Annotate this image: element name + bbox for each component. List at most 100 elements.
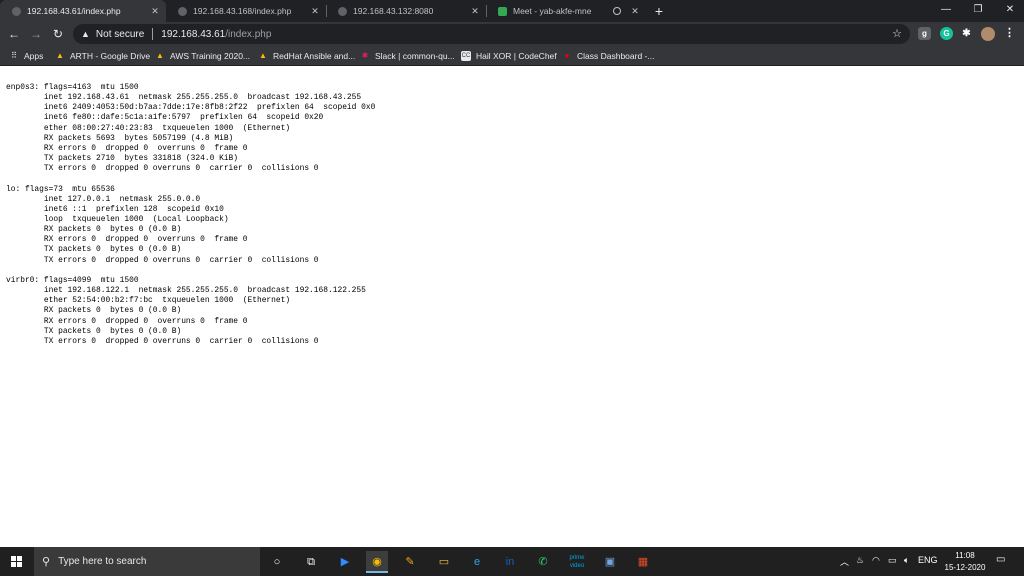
redhat-icon: ● [564, 50, 570, 60]
system-clock[interactable]: 11:08 15-12-2020 [940, 550, 990, 574]
back-button[interactable]: ← [5, 25, 23, 43]
url-path[interactable]: /index.php [225, 29, 271, 40]
wifi-icon[interactable]: ◠ [872, 555, 880, 566]
close-tab-icon[interactable]: ✕ [309, 6, 321, 17]
volume-icon[interactable]: 🔈︎ [904, 555, 909, 566]
interface-detail-line: RX errors 0 dropped 0 overruns 0 frame 0 [6, 143, 248, 153]
extension-g-icon[interactable]: g [918, 27, 931, 40]
virtualbox-icon[interactable]: ▣ [599, 551, 621, 573]
cortana-icon[interactable]: ○ [266, 551, 288, 573]
bookmark-aws-training[interactable]: ▲ AWS Training 2020... [155, 46, 250, 65]
interface-detail-line: RX packets 0 bytes 0 (0.0 B) [6, 225, 182, 235]
paint-icon[interactable]: ✎ [399, 551, 421, 573]
interface-detail-line: ether 52:54:00:b2:f7:bc txqueuelen 1000 … [6, 296, 291, 306]
close-tab-icon[interactable]: ✕ [149, 6, 161, 17]
bookmark-label: Class Dashboard -... [577, 50, 655, 61]
globe-icon [12, 6, 21, 16]
interface-detail-line: TX packets 0 bytes 0 (0.0 B) [6, 326, 182, 336]
bookmark-label: RedHat Ansible and... [273, 50, 356, 61]
tab-192-168-43-132[interactable]: 192.168.43.132:8080 ✕ [326, 0, 486, 22]
search-icon: ⚲ [42, 556, 51, 568]
tray-chevron-up-icon[interactable]: ︿ [840, 555, 849, 568]
notifications-icon[interactable]: ▭ [996, 554, 1005, 565]
bookmark-codechef[interactable]: CC Hail XOR | CodeChef [461, 46, 557, 65]
omnibox-divider [152, 28, 154, 40]
clock-time: 11:08 [955, 551, 975, 560]
interface-detail-line: TX packets 2710 bytes 331818 (324.0 KiB) [6, 154, 239, 164]
url-host[interactable]: 192.168.43.61 [161, 29, 225, 40]
new-tab-button[interactable]: + [651, 2, 667, 20]
taskbar-search[interactable]: ⚲ Type here to search [34, 547, 260, 576]
interface-detail-line: inet6 fe80::dafe:5c1a:a1fe:5797 prefixle… [6, 113, 324, 123]
interface-detail-line: RX errors 0 dropped 0 overruns 0 frame 0 [6, 316, 248, 326]
interface-detail-line: loop txqueuelen 1000 (Local Loopback) [6, 215, 229, 225]
interface-header-line: enp0s3: flags=4163 mtu 1500 [6, 83, 139, 92]
interface-detail-line: inet 127.0.0.1 netmask 255.0.0.0 [6, 194, 201, 204]
task-view-icon[interactable]: ⧉ [300, 551, 322, 573]
bookmark-apps[interactable]: ⠿ Apps [9, 46, 43, 65]
interface-detail-line: TX errors 0 dropped 0 overruns 0 carrier… [6, 255, 319, 265]
tray-app-icon[interactable]: ♨ [856, 555, 864, 566]
search-placeholder[interactable]: Type here to search [58, 556, 146, 567]
close-tab-icon[interactable]: ✕ [629, 6, 641, 17]
tab-meet[interactable]: Meet - yab-akfe-mne ✕ [486, 0, 646, 22]
start-button[interactable] [0, 547, 34, 576]
slack-icon: ✱ [361, 50, 369, 60]
interface-detail-line: RX packets 5693 bytes 5057199 (4.8 MiB) [6, 133, 234, 143]
zoom-icon[interactable]: ▶ [334, 551, 356, 573]
address-bar[interactable]: ▲ Not secure 192.168.43.61/index.php ☆ [73, 24, 910, 44]
reload-button[interactable]: ↻ [49, 25, 67, 43]
bookmark-redhat-ansible[interactable]: ▲ RedHat Ansible and... [258, 46, 355, 65]
security-label[interactable]: Not secure [96, 29, 144, 40]
restore-button[interactable]: ❐ [962, 0, 994, 22]
bookmarks-bar: ⠿ Apps ▲ ARTH - Google Drive ▲ AWS Train… [0, 46, 1024, 66]
edge-icon[interactable]: e [466, 551, 488, 573]
whatsapp-icon[interactable]: ✆ [532, 551, 554, 573]
prime-video-icon[interactable]: prime video [566, 551, 588, 573]
tab-title: 192.168.43.61/index.php [27, 6, 121, 16]
bookmark-arth-drive[interactable]: ▲ ARTH - Google Drive [55, 46, 150, 65]
windows-logo-icon [11, 556, 22, 567]
file-explorer-icon[interactable]: ▭ [433, 551, 455, 573]
recording-indicator-icon [613, 7, 621, 15]
interface-header-line: virbr0: flags=4099 mtu 1500 [6, 275, 139, 285]
interface-detail-line: TX packets 0 bytes 0 (0.0 B) [6, 245, 182, 255]
apps-grid-icon: ⠿ [11, 50, 17, 60]
close-tab-icon[interactable]: ✕ [469, 6, 481, 17]
globe-icon [338, 6, 347, 16]
interface-detail-line: RX errors 0 dropped 0 overruns 0 frame 0 [6, 235, 248, 245]
page-content: enp0s3: flags=4163 mtu 1500 inet 192.168… [0, 66, 1024, 547]
menu-kebab-icon[interactable]: ⋮ [1003, 27, 1016, 40]
warning-icon[interactable]: ▲ [81, 29, 90, 39]
bookmark-star-icon[interactable]: ☆ [892, 27, 902, 40]
bookmark-label: AWS Training 2020... [170, 50, 251, 61]
bookmark-label: ARTH - Google Drive [70, 50, 151, 61]
browser-toolbar: ← → ↻ ▲ Not secure 192.168.43.61/index.p… [0, 22, 1024, 46]
bookmark-slack[interactable]: ✱ Slack | common-qu... [360, 46, 455, 65]
language-indicator[interactable]: ENG [918, 555, 938, 565]
interface-detail-line: RX packets 0 bytes 0 (0.0 B) [6, 306, 182, 316]
bookmark-label: Slack | common-qu... [375, 50, 455, 61]
minimize-button[interactable]: — [930, 0, 962, 22]
media-app-icon[interactable]: ▦ [632, 551, 654, 573]
ifconfig-output: enp0s3: flags=4163 mtu 1500 inet 192.168… [6, 83, 375, 347]
close-window-button[interactable]: ✕ [994, 0, 1024, 22]
tab-title: 192.168.43.132:8080 [353, 6, 434, 16]
clock-date: 15-12-2020 [944, 563, 986, 572]
bookmark-class-dashboard[interactable]: ● Class Dashboard -... [562, 46, 655, 65]
tab-192-168-43-61[interactable]: 192.168.43.61/index.php ✕ [0, 0, 166, 22]
grammarly-icon[interactable]: G [940, 27, 953, 40]
codechef-icon: CC [461, 50, 471, 61]
meet-icon [498, 6, 507, 16]
chrome-icon[interactable]: ◉ [366, 551, 388, 573]
interface-detail-line: TX errors 0 dropped 0 overruns 0 carrier… [6, 164, 319, 174]
tab-192-168-43-168[interactable]: 192.168.43.168/index.php ✕ [166, 0, 326, 22]
forward-button[interactable]: → [27, 25, 45, 43]
extensions-puzzle-icon[interactable]: ✱ [960, 27, 973, 40]
battery-icon[interactable]: ▭ [888, 555, 897, 566]
linkedin-icon[interactable]: in [499, 551, 521, 573]
profile-avatar[interactable] [981, 27, 995, 41]
bookmark-label: Apps [24, 50, 44, 61]
google-drive-icon: ▲ [56, 50, 64, 60]
